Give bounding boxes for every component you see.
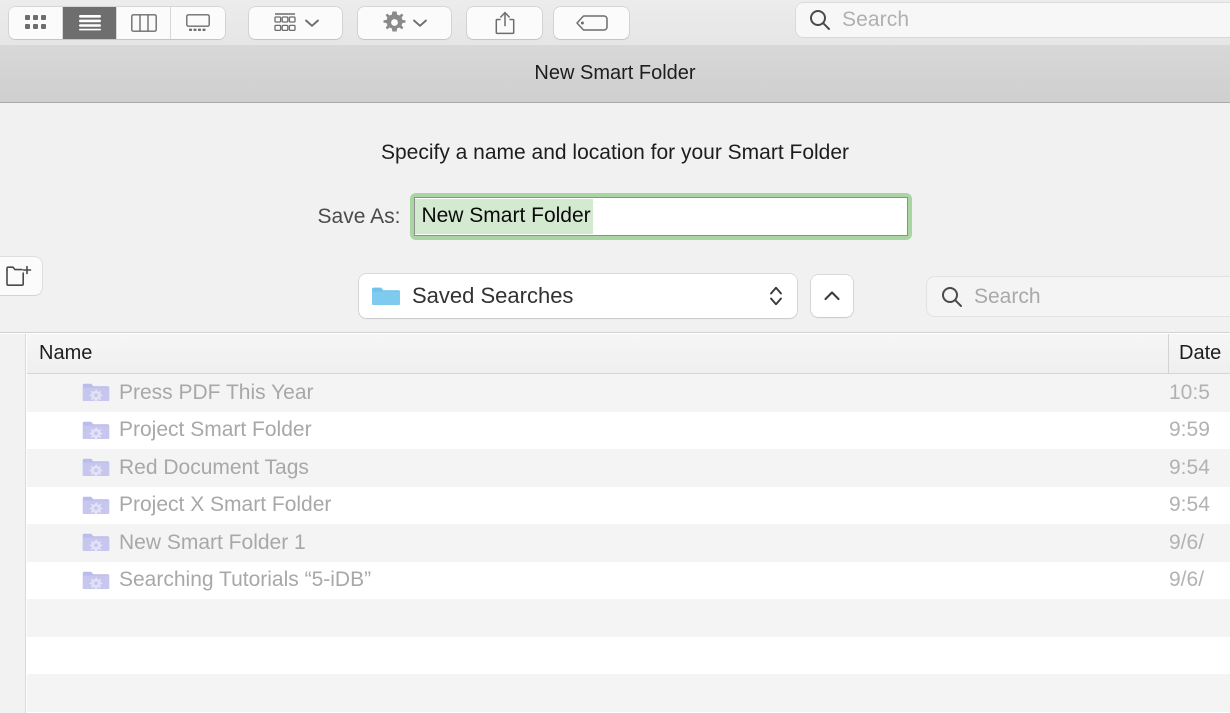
blue-folder-icon [371,284,401,308]
file-name: Project Smart Folder [119,418,312,442]
search-icon [808,8,832,32]
gear-icon [382,11,406,31]
new-folder-button[interactable] [0,257,42,295]
save-as-row: Save As: New Smart Folder [0,193,1230,240]
column-view-button[interactable] [117,6,171,39]
table-row[interactable]: Project Smart Folder 9:59 [27,411,1230,449]
file-browser: Name Date Press PDF This Year 10:5 Projec… [0,334,1230,713]
collapse-browser-button[interactable] [811,275,853,317]
table-row[interactable]: Red Document Tags 9:54 [27,449,1230,487]
file-name: Searching Tutorials “5-iDB” [119,568,372,592]
sidebar-strip [0,334,26,713]
smart-folder-icon [82,456,110,479]
table-row-empty [27,674,1230,712]
table-row[interactable]: Press PDF This Year 10:5 [27,374,1230,412]
share-button[interactable] [467,6,542,39]
gallery-view-button[interactable] [171,6,225,39]
finder-toolbar: Search [0,0,1230,45]
list-icon [78,15,101,31]
location-search-field[interactable]: Search [927,277,1230,316]
save-as-value: New Smart Folder [415,199,593,234]
table-row[interactable]: Project X Smart Folder 9:54 [27,486,1230,524]
view-mode-segmented-control[interactable] [9,6,225,39]
table-row[interactable]: New Smart Folder 1 9/6/ [27,524,1230,562]
column-header-name[interactable]: Name [27,334,1169,374]
table-row-empty [27,636,1230,674]
sheet-title-bar: New Smart Folder [0,45,1230,103]
toolbar-search-field[interactable]: Search [796,3,1230,37]
file-list-pane[interactable]: Name Date Press PDF This Year 10:5 Projec… [27,334,1230,713]
search-icon [940,285,964,309]
save-as-label: Save As: [317,204,401,228]
smart-folder-icon [82,531,110,554]
file-list-header: Name Date [27,334,1230,374]
tag-button[interactable] [554,6,629,39]
file-name: Project X Smart Folder [119,493,332,517]
smart-folder-icon [82,381,110,404]
tag-icon [575,14,608,31]
sheet-title-text: New Smart Folder [534,62,696,84]
share-icon [495,11,514,34]
file-date: 9:54 [1169,455,1210,479]
columns-icon [130,13,157,32]
toolbar-search-placeholder: Search [842,8,910,31]
location-search-placeholder: Search [974,284,1041,308]
file-name: New Smart Folder 1 [119,530,306,554]
smart-folder-icon [82,494,110,517]
gallery-icon [186,13,210,31]
icon-view-button[interactable] [9,6,63,39]
file-date: 9:54 [1169,493,1210,517]
column-header-date[interactable]: Date [1169,334,1230,374]
file-date: 9/6/ [1169,530,1205,554]
file-date: 9:59 [1169,418,1210,442]
smart-folder-icon [82,569,110,592]
group-by-icon [274,12,296,31]
group-by-button[interactable] [249,6,342,39]
table-row-empty [27,599,1230,637]
new-folder-icon [6,265,32,286]
location-popup-label: Saved Searches [412,283,574,308]
chevron-up-down-icon [767,282,785,310]
file-name: Press PDF This Year [119,380,314,404]
chevron-down-icon [412,19,427,27]
save-sheet-body: Specify a name and location for your Sma… [0,103,1230,248]
action-menu-button[interactable] [358,6,451,39]
save-as-focus-ring: New Smart Folder [410,193,913,240]
sheet-prompt-text: Specify a name and location for your Sma… [380,141,850,164]
save-as-input[interactable]: New Smart Folder [414,197,909,236]
grid-icon [24,15,46,29]
file-list-rows: Press PDF This Year 10:5 Project Smart Fo… [27,374,1230,713]
file-name: Red Document Tags [119,455,309,479]
file-date: 10:5 [1169,380,1210,404]
chevron-up-icon [824,291,840,301]
list-view-button[interactable] [63,6,117,39]
chevron-down-icon [305,19,319,27]
file-date: 9/6/ [1169,568,1205,592]
smart-folder-icon [82,419,110,442]
table-row[interactable]: Searching Tutorials “5-iDB” 9/6/ [27,561,1230,599]
location-popup-button[interactable]: Saved Searches [359,274,797,318]
